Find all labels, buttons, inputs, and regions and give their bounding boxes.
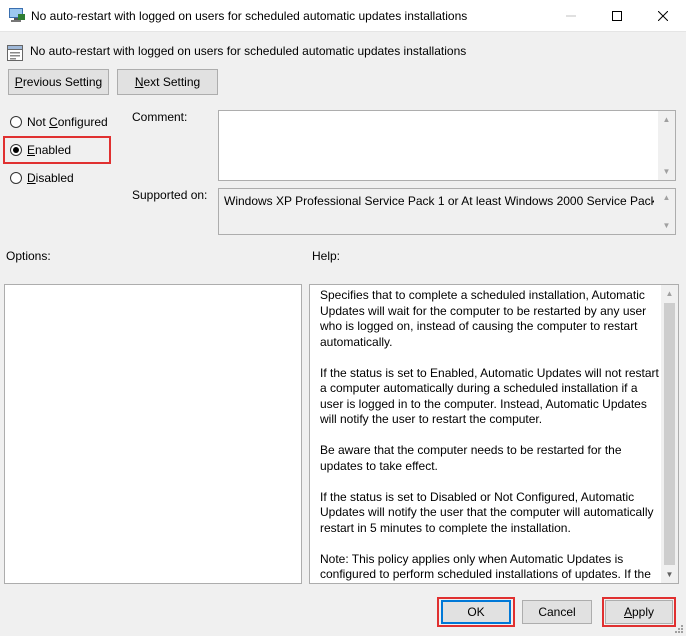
close-icon: [658, 10, 668, 21]
previous-setting-button[interactable]: Previous Setting: [8, 69, 109, 95]
help-paragraph: Note: This policy applies only when Auto…: [320, 551, 661, 584]
radio-not-configured[interactable]: Not Configured: [10, 115, 108, 129]
radio-label-accesskey: E: [27, 143, 36, 157]
radio-label-prefix: Not: [27, 115, 50, 129]
comment-field[interactable]: ▲ ▼: [218, 110, 676, 181]
radio-circle[interactable]: [10, 172, 22, 184]
policy-window-icon: [9, 8, 25, 22]
scroll-up-icon[interactable]: ▲: [661, 285, 678, 302]
supported-on-field: Windows XP Professional Service Pack 1 o…: [218, 188, 676, 235]
next-setting-button[interactable]: Next Setting: [117, 69, 218, 95]
help-paragraph: Be aware that the computer needs to be r…: [320, 443, 622, 473]
scroll-up-icon[interactable]: ▲: [658, 189, 675, 206]
radio-circle[interactable]: [10, 144, 22, 156]
setting-page-icon: [7, 45, 23, 61]
supported-on-label: Supported on:: [132, 188, 208, 202]
maximize-button[interactable]: [594, 0, 640, 31]
options-panel[interactable]: [4, 284, 302, 584]
scroll-down-icon[interactable]: ▼: [658, 217, 675, 234]
previous-setting-rest: revious Setting: [22, 75, 103, 89]
scroll-down-icon[interactable]: ▼: [658, 163, 675, 180]
help-paragraph: Specifies that to complete a scheduled i…: [320, 288, 647, 349]
next-setting-accesskey: N: [134, 75, 144, 89]
next-setting-rest: ext Setting: [143, 75, 201, 89]
scroll-down-icon[interactable]: ▼: [661, 566, 678, 583]
radio-label-accesskey: D: [27, 171, 36, 185]
help-panel[interactable]: Specifies that to complete a scheduled i…: [309, 284, 679, 584]
help-paragraph: If the status is set to Enabled, Automat…: [320, 365, 659, 427]
options-label: Options:: [6, 249, 51, 263]
minimize-button[interactable]: [548, 0, 594, 31]
resize-grip-icon[interactable]: [674, 624, 684, 634]
comment-label: Comment:: [132, 110, 188, 124]
comment-scrollbar[interactable]: ▲ ▼: [658, 111, 675, 180]
apply-accesskey: A: [623, 605, 632, 619]
cancel-button[interactable]: Cancel: [522, 600, 592, 624]
supported-on-value: Windows XP Professional Service Pack 1 o…: [224, 194, 654, 208]
radio-disabled[interactable]: Disabled: [10, 171, 74, 185]
radio-label-rest: nabled: [35, 143, 72, 157]
minimize-icon: [566, 15, 576, 16]
radio-label-accesskey: C: [49, 115, 58, 129]
window-title: No auto-restart with logged on users for…: [31, 9, 468, 23]
help-scroll-thumb[interactable]: [664, 303, 675, 565]
radio-selected-dot: [13, 147, 19, 153]
help-paragraph: If the status is set to Disabled or Not …: [320, 489, 654, 535]
radio-circle[interactable]: [10, 116, 22, 128]
radio-label-rest: onfigured: [57, 115, 108, 129]
scroll-up-icon[interactable]: ▲: [658, 111, 675, 128]
help-text: Specifies that to complete a scheduled i…: [320, 288, 662, 584]
previous-setting-accesskey: P: [14, 75, 23, 89]
maximize-icon: [612, 10, 622, 21]
ok-button[interactable]: OK: [441, 600, 511, 624]
close-button[interactable]: [640, 0, 686, 31]
apply-rest: pply: [632, 605, 655, 619]
radio-enabled[interactable]: Enabled: [10, 143, 71, 157]
radio-label-rest: isabled: [35, 171, 74, 185]
help-label: Help:: [312, 249, 341, 263]
help-scrollbar[interactable]: ▲ ▼: [661, 285, 678, 583]
supported-on-scrollbar[interactable]: ▲ ▼: [658, 189, 675, 234]
title-bar[interactable]: No auto-restart with logged on users for…: [0, 0, 686, 32]
setting-title: No auto-restart with logged on users for…: [30, 44, 467, 58]
apply-button[interactable]: Apply: [605, 600, 673, 624]
